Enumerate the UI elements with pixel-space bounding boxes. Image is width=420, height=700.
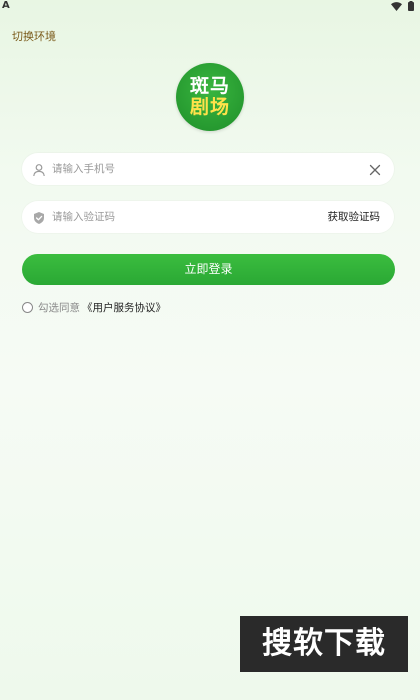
code-field: 获取验证码: [22, 201, 394, 233]
status-bar: A: [0, 0, 420, 14]
get-code-button[interactable]: 获取验证码: [328, 201, 381, 233]
user-agreement-link[interactable]: 《用户服务协议》: [82, 300, 166, 315]
app-logo: 斑马 剧场: [176, 63, 244, 131]
agreement-checkbox[interactable]: [22, 302, 33, 313]
agreement-row: 勾选同意 《用户服务协议》: [22, 300, 166, 315]
watermark: 搜软下载: [240, 616, 408, 672]
login-button[interactable]: 立即登录: [22, 254, 395, 285]
logo-text-bottom: 剧场: [189, 96, 230, 118]
phone-field: [22, 153, 394, 185]
close-icon: [369, 164, 381, 176]
status-icons: [391, 1, 414, 14]
logo-text-top: 斑马: [189, 75, 230, 97]
phone-input[interactable]: [52, 153, 352, 185]
agreement-prefix: 勾选同意: [38, 302, 80, 314]
code-input[interactable]: [52, 201, 302, 233]
user-icon: [32, 162, 46, 177]
switch-environment-link[interactable]: 切换环境: [12, 28, 56, 44]
battery-icon: [408, 1, 414, 14]
shield-icon: [32, 210, 46, 224]
clear-phone-button[interactable]: [368, 162, 382, 176]
wifi-icon: [391, 1, 402, 14]
status-indicator: A: [2, 0, 10, 11]
